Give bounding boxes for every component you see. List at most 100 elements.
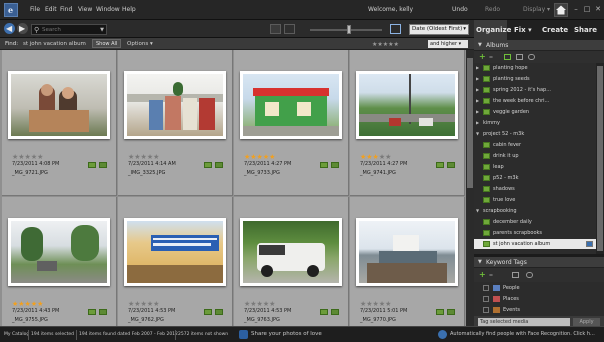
tag-icon[interactable]: [436, 309, 444, 315]
album-group[interactable]: ▶ kimmy: [474, 118, 596, 128]
sort-select[interactable]: Date (Oldest First) ▾: [409, 24, 469, 35]
share-album-icon[interactable]: [586, 241, 593, 247]
tab-organize[interactable]: Organize: [474, 20, 511, 40]
album-item[interactable]: ▶ planting hope: [474, 63, 596, 73]
apply-button[interactable]: Apply: [573, 318, 600, 326]
display-menu[interactable]: Display ▾: [523, 6, 550, 13]
tag-icon[interactable]: [88, 309, 96, 315]
stack-icon[interactable]: [331, 309, 339, 315]
photo-cell[interactable]: ★★★★★ 7/23/2011 4:53 PM _MG_9762.JPG: [118, 197, 233, 342]
rating-filter-stars[interactable]: ★★★★★: [372, 41, 399, 48]
tag-icon[interactable]: [88, 162, 96, 168]
search-box[interactable]: ⚲ ▼: [31, 24, 107, 35]
album-item[interactable]: ▶ the week before chri...: [474, 96, 596, 106]
grid-view-button[interactable]: [270, 24, 281, 34]
share-icon[interactable]: [239, 330, 248, 339]
photo-cell[interactable]: ★★★★★ 7/23/2011 4:43 PM _MG_9755.JPG: [2, 197, 117, 342]
undo-button[interactable]: Undo: [452, 6, 468, 13]
grid-scrollbar[interactable]: [466, 50, 474, 326]
albums-scrollbar-thumb[interactable]: [597, 66, 603, 251]
tag-selected-input[interactable]: Tag selected media: [478, 318, 570, 326]
photo-cell[interactable]: ★★★★★ 7/23/2011 4:27 PM _MG_9733.JPG: [234, 50, 349, 196]
photo-cell[interactable]: ★★★★★ 7/23/2011 4:27 PM _MG_9741.JPG: [350, 50, 465, 196]
menu-file[interactable]: File: [30, 6, 40, 13]
rating-filter-select[interactable]: and higher ▾: [428, 40, 468, 48]
rating-stars[interactable]: ★★★★★: [128, 300, 159, 308]
photo-thumbnail[interactable]: [356, 218, 458, 286]
menu-view[interactable]: View: [78, 6, 92, 13]
menu-find[interactable]: Find: [60, 6, 72, 13]
photo-thumbnail[interactable]: [356, 71, 458, 139]
album-item[interactable]: shadows: [474, 184, 596, 194]
photo-thumbnail[interactable]: [124, 218, 226, 286]
add-keyword-icon[interactable]: +: [479, 270, 486, 279]
rating-stars[interactable]: ★★★★★: [360, 153, 391, 161]
menu-edit[interactable]: Edit: [45, 6, 57, 13]
keyword-item-people[interactable]: People: [474, 283, 604, 293]
rating-stars[interactable]: ★★★★★: [244, 153, 275, 161]
album-item[interactable]: leap: [474, 162, 596, 172]
tag-icon[interactable]: [204, 162, 212, 168]
tag-icon[interactable]: [320, 309, 328, 315]
rating-stars[interactable]: ★★★★★: [12, 153, 43, 161]
zoom-slider[interactable]: [310, 29, 382, 31]
album-item[interactable]: ▶ planting seeds: [474, 74, 596, 84]
tab-create[interactable]: Create: [542, 26, 568, 34]
minimize-button[interactable]: –: [571, 4, 581, 14]
stack-icon[interactable]: [215, 309, 223, 315]
keyword-checkbox[interactable]: [483, 285, 489, 291]
rating-stars[interactable]: ★★★★★: [244, 300, 275, 308]
album-item-selected[interactable]: st john vacation album: [474, 239, 596, 249]
photo-cell[interactable]: ★★★★★ 7/23/2011 4:14 AM _IMG_3325.JPG: [118, 50, 233, 196]
stack-icon[interactable]: [447, 309, 455, 315]
lightbulb-icon[interactable]: [528, 54, 535, 60]
album-item[interactable]: drink it up: [474, 151, 596, 161]
album-item[interactable]: true love: [474, 195, 596, 205]
rating-stars[interactable]: ★★★★★: [360, 300, 391, 308]
stack-icon[interactable]: [447, 162, 455, 168]
delete-keyword-icon[interactable]: –: [489, 270, 493, 279]
tag-icon[interactable]: [204, 309, 212, 315]
forward-button[interactable]: ▶: [17, 23, 28, 34]
keyword-checkbox[interactable]: [483, 296, 489, 302]
photo-thumbnail[interactable]: [240, 218, 342, 286]
keyword-item-events[interactable]: Events: [474, 305, 604, 315]
maximize-button[interactable]: □: [582, 4, 592, 14]
face-recognition-icon[interactable]: [438, 330, 447, 339]
detail-view-button[interactable]: [284, 24, 295, 34]
album-group[interactable]: ▼ scrapbooking: [474, 206, 596, 216]
edit-album-icon[interactable]: [504, 54, 511, 60]
rating-stars[interactable]: ★★★★★: [128, 153, 159, 161]
album-group[interactable]: ▼ project 52 - m3k: [474, 129, 596, 139]
catalog-name[interactable]: My Catalog: [4, 332, 29, 337]
share-message[interactable]: Share your photos of love: [251, 331, 322, 337]
albums-scrollbar[interactable]: [596, 63, 604, 254]
photo-cell[interactable]: ★★★★★ 7/23/2011 4:53 PM _MG_9763.JPG: [234, 197, 349, 342]
stack-icon[interactable]: [99, 162, 107, 168]
delete-album-icon[interactable]: –: [489, 52, 493, 61]
search-input[interactable]: [42, 25, 100, 34]
menu-help[interactable]: Help: [122, 6, 136, 13]
options-menu[interactable]: Options ▾: [127, 41, 153, 47]
photo-thumbnail[interactable]: [8, 218, 110, 286]
home-button[interactable]: [554, 3, 568, 17]
show-all-button[interactable]: Show All: [92, 39, 122, 48]
photo-thumbnail[interactable]: [124, 71, 226, 139]
album-item[interactable]: p52 - m3k: [474, 173, 596, 183]
tab-fix[interactable]: Fix ▾: [514, 26, 532, 34]
close-button[interactable]: ✕: [593, 4, 603, 14]
tag-icon[interactable]: [436, 162, 444, 168]
stack-icon[interactable]: [215, 162, 223, 168]
photo-thumbnail[interactable]: [240, 71, 342, 139]
stack-icon[interactable]: [331, 162, 339, 168]
album-item[interactable]: cabin fever: [474, 140, 596, 150]
albums-header[interactable]: ▼ Albums: [474, 40, 604, 51]
rating-stars[interactable]: ★★★★★: [12, 300, 43, 308]
photo-thumbnail[interactable]: [8, 71, 110, 139]
album-options-icon[interactable]: [516, 54, 523, 60]
keyword-item-places[interactable]: Places: [474, 294, 604, 304]
menu-window[interactable]: Window: [96, 6, 120, 13]
keyword-tags-header[interactable]: ▼ Keyword Tags: [474, 257, 604, 268]
album-item[interactable]: ▶ spring 2012 - it's hap...: [474, 85, 596, 95]
redo-button[interactable]: Redo: [485, 6, 500, 13]
